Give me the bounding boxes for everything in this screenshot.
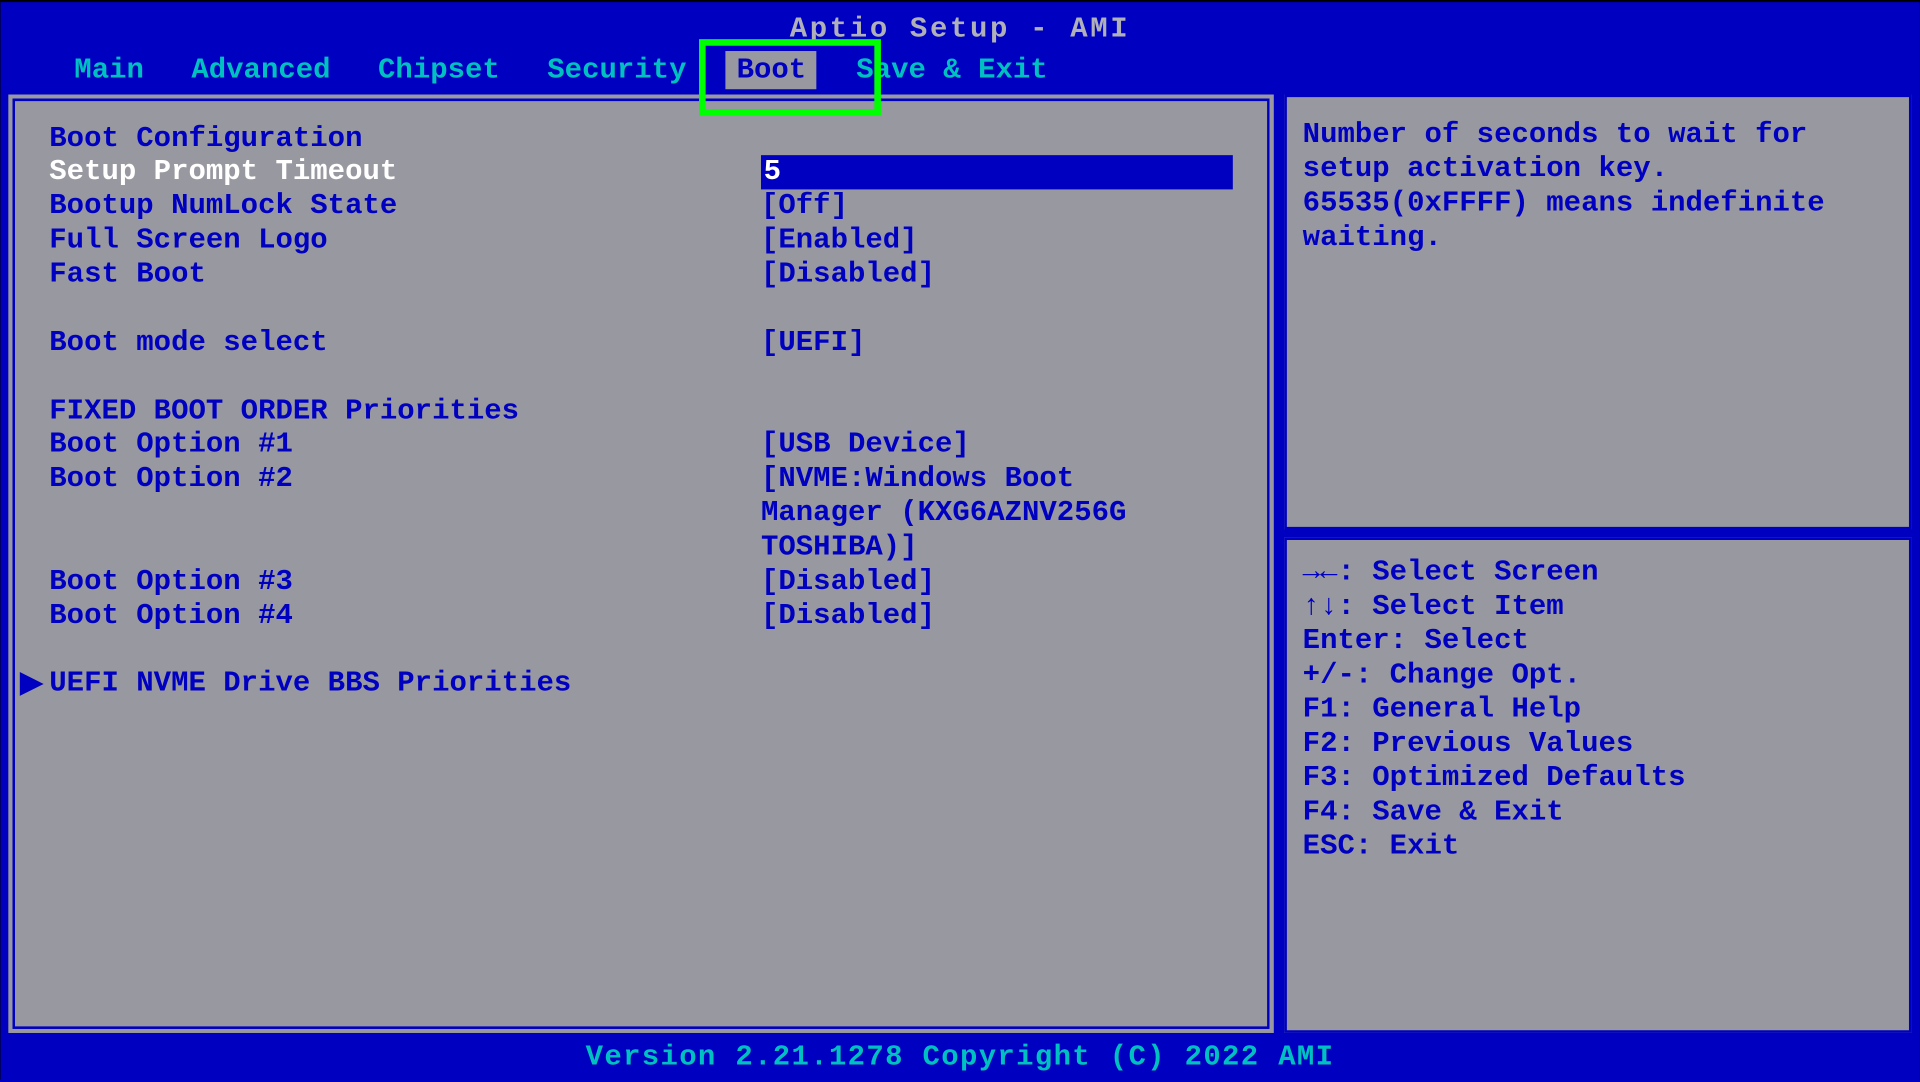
blank-row [49,633,1233,667]
row-fast-boot[interactable]: Fast Boot [Disabled] [49,258,1233,292]
section-header-boot-config: Boot Configuration [49,122,1233,155]
key-select-screen: →←: Select Screen [1303,556,1893,590]
setting-value[interactable]: 5 [761,155,1233,189]
tab-main[interactable]: Main [66,51,151,89]
row-numlock-state[interactable]: Bootup NumLock State [Off] [49,189,1233,223]
section-header-boot-order: FIXED BOOT ORDER Priorities [49,395,1233,428]
blank-row [49,360,1233,394]
setting-value[interactable]: [Disabled] [761,258,1233,292]
key-f4-save-exit: F4: Save & Exit [1303,795,1893,829]
bios-window: Aptio Setup - AMI Main Advanced Chipset … [0,2,1919,1077]
setting-label: Fast Boot [49,258,761,292]
setting-value[interactable]: [Disabled] [761,599,1233,633]
version-text: Version 2.21.1278 Copyright (C) 2022 AMI [586,1041,1335,1074]
setting-value[interactable]: [Disabled] [761,564,1233,598]
key-help-panel: →←: Select Screen ↑↓: Select Item Enter:… [1284,537,1911,1033]
setting-label: Full Screen Logo [49,224,761,258]
row-full-screen-logo[interactable]: Full Screen Logo [Enabled] [49,224,1233,258]
row-boot-mode[interactable]: Boot mode select [UEFI] [49,326,1233,360]
page-title: Aptio Setup - AMI [0,13,1919,46]
setting-value[interactable]: [Off] [761,189,1233,223]
setting-label: Boot Option #1 [49,428,761,462]
setting-label: Bootup NumLock State [49,189,761,223]
help-text-panel: Number of seconds to wait for setup acti… [1284,95,1911,530]
submenu-label: UEFI NVME Drive BBS Priorities [49,667,571,700]
tab-advanced[interactable]: Advanced [183,51,338,89]
key-enter-select: Enter: Select [1303,624,1893,658]
row-boot-option-3[interactable]: Boot Option #3 [Disabled] [49,564,1233,598]
tab-bar: Main Advanced Chipset Security Boot Save… [0,46,1919,89]
help-text: Number of seconds to wait for setup acti… [1303,118,1893,255]
tab-save-exit[interactable]: Save & Exit [848,51,1055,89]
setting-label: Boot Option #4 [49,599,761,633]
tab-boot[interactable]: Boot [726,51,817,89]
main-area: Boot Configuration Setup Prompt Timeout … [0,89,1919,1033]
setting-value[interactable]: [NVME:Windows Boot Manager (KXG6AZNV256G… [761,462,1183,565]
key-esc-exit: ESC: Exit [1303,829,1893,863]
blank-row [49,292,1233,326]
settings-panel: Boot Configuration Setup Prompt Timeout … [8,95,1273,1033]
row-boot-option-2[interactable]: Boot Option #2 [NVME:Windows Boot Manage… [49,462,1233,565]
key-f3-defaults: F3: Optimized Defaults [1303,761,1893,795]
setting-label: Boot Option #3 [49,564,761,598]
setting-value[interactable]: [USB Device] [761,428,1233,462]
right-panel: Number of seconds to wait for setup acti… [1284,95,1911,1033]
submenu-arrow-icon: ▶ [20,667,42,701]
row-boot-option-1[interactable]: Boot Option #1 [USB Device] [49,428,1233,462]
key-f2-previous: F2: Previous Values [1303,727,1893,761]
row-boot-option-4[interactable]: Boot Option #4 [Disabled] [49,599,1233,633]
row-setup-prompt-timeout[interactable]: Setup Prompt Timeout 5 [49,155,1233,189]
setting-label: Boot mode select [49,326,761,360]
header: Aptio Setup - AMI Main Advanced Chipset … [0,2,1919,89]
setting-label: Boot Option #2 [49,462,761,496]
tab-chipset[interactable]: Chipset [370,51,508,89]
setting-value[interactable]: [UEFI] [761,326,1233,360]
footer: Version 2.21.1278 Copyright (C) 2022 AMI [0,1033,1919,1082]
setting-value[interactable]: [Enabled] [761,224,1233,258]
key-select-item: ↑↓: Select Item [1303,590,1893,624]
setting-label: Setup Prompt Timeout [49,155,761,189]
submenu-uefi-nvme-priorities[interactable]: ▶ UEFI NVME Drive BBS Priorities [49,667,1233,700]
key-f1-help: F1: General Help [1303,693,1893,727]
tab-security[interactable]: Security [539,51,694,89]
key-change-opt: +/-: Change Opt. [1303,658,1893,692]
